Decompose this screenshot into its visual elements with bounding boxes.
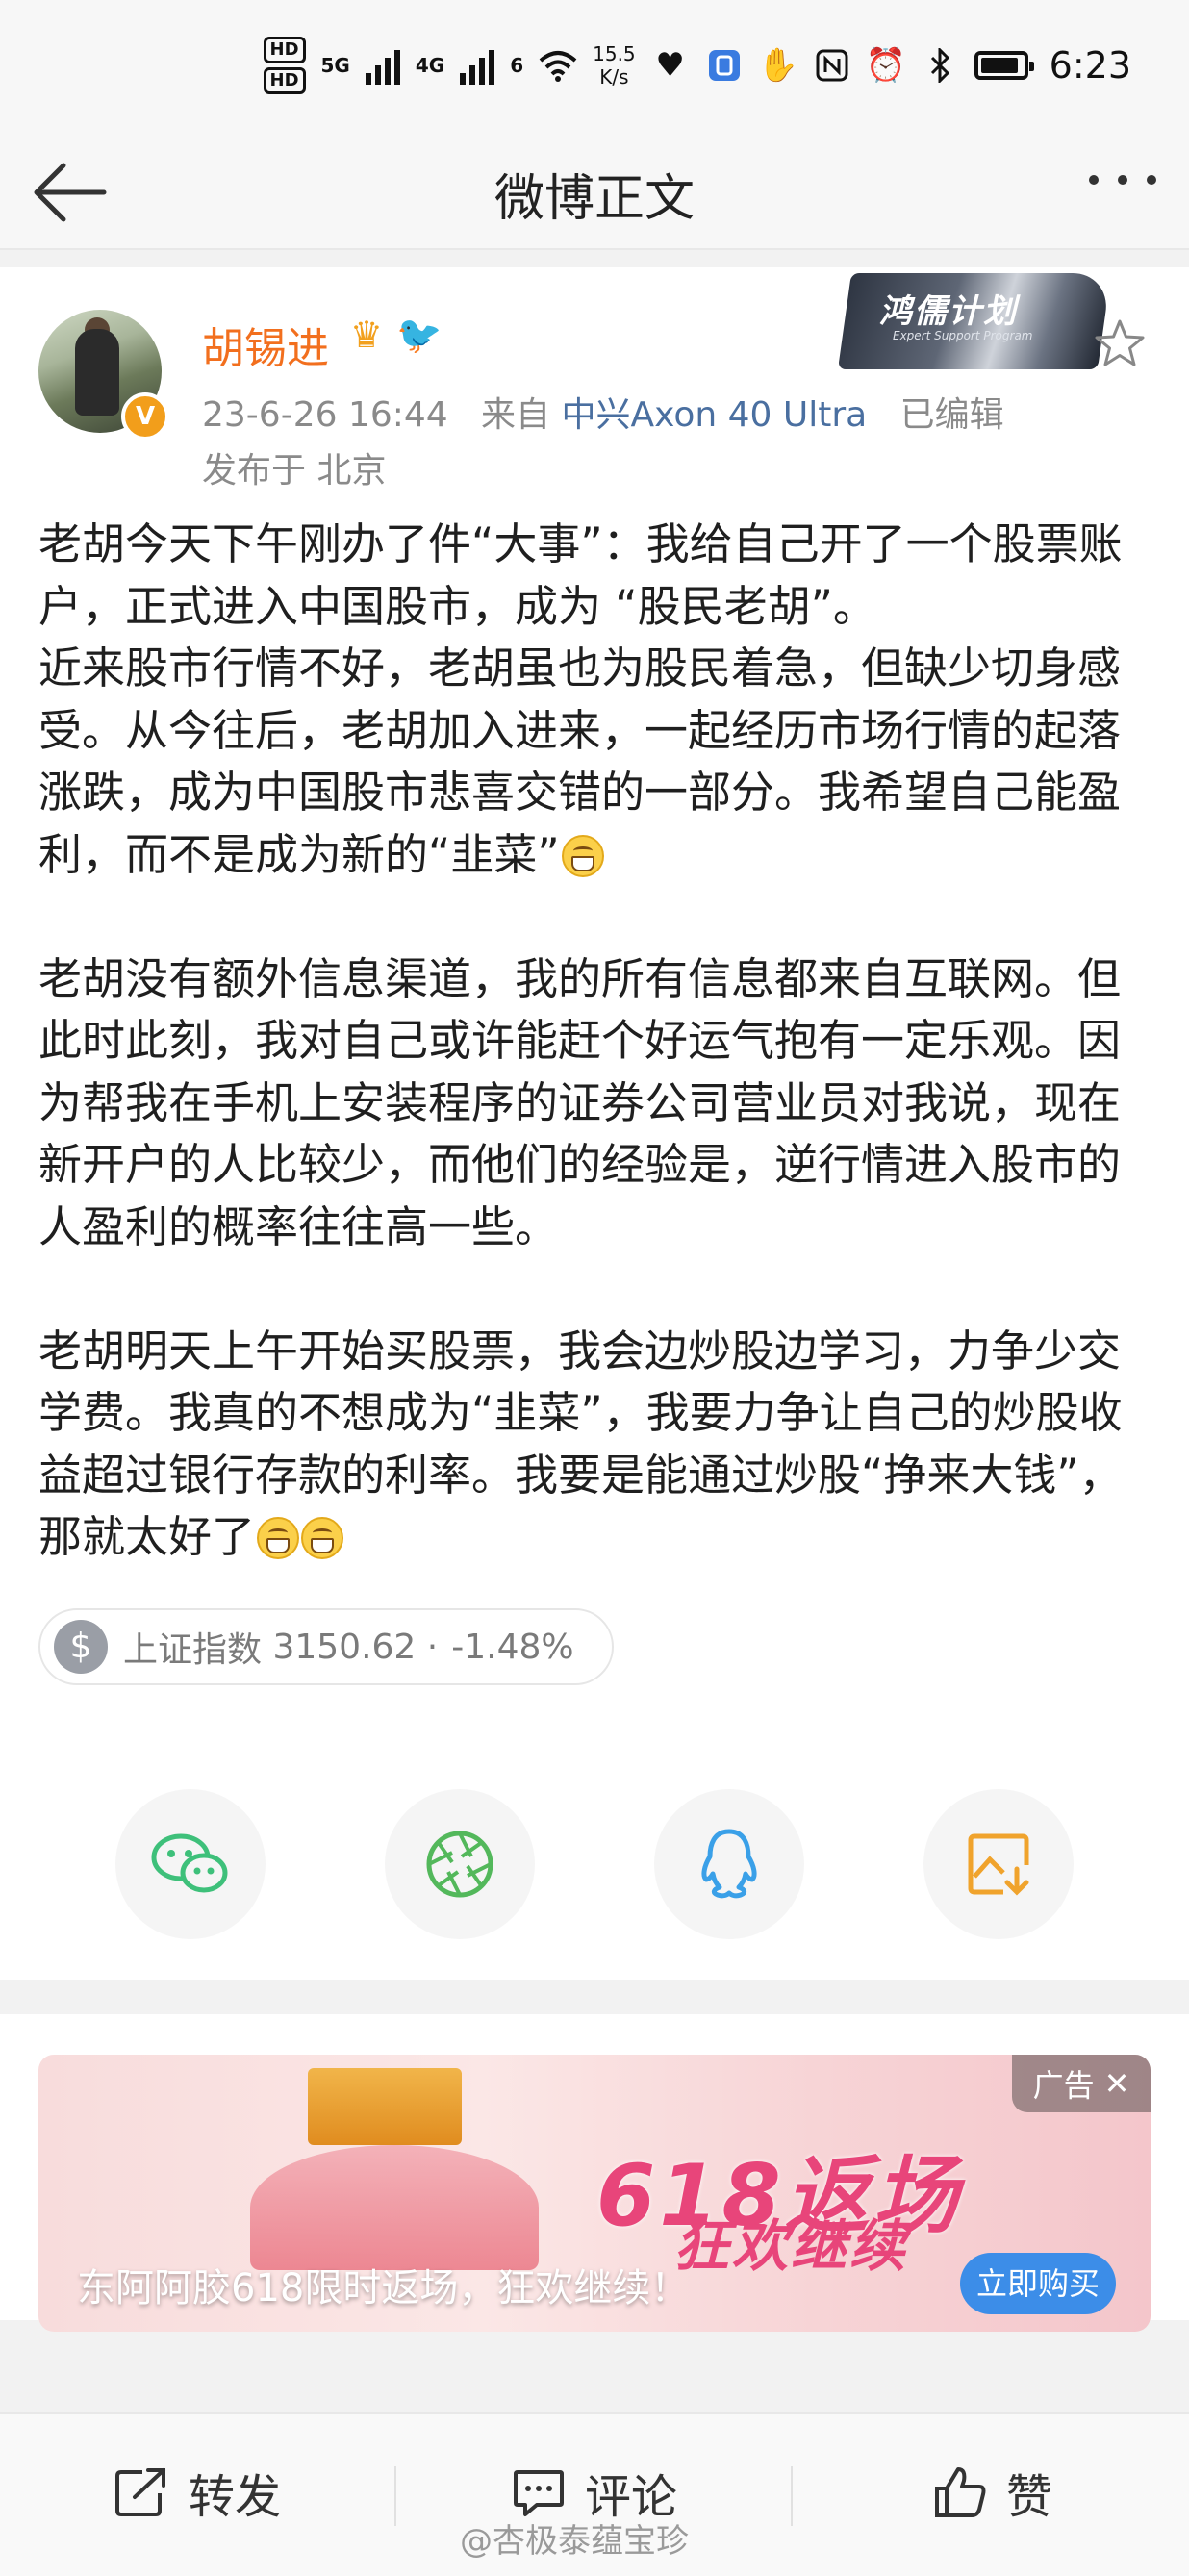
alarm-icon: ⏰: [865, 46, 906, 85]
username[interactable]: 胡锡进: [202, 314, 329, 375]
app-icon: [705, 46, 744, 85]
qq-icon: [701, 1829, 757, 1899]
bird-medal-icon: 🐦: [396, 314, 443, 356]
wifi-number: 6: [510, 54, 524, 77]
verified-badge-icon: V: [121, 392, 169, 441]
favorite-star-icon[interactable]: [1093, 317, 1147, 371]
post-body: 老胡今天下午刚办了件“大事”：我给自己开了一个股票账户，正式进入中国股市，成为 …: [38, 514, 1154, 1569]
post-paragraph: 近来股市行情不好，老胡虽也为股民着急，但缺少切身感受。从今往后，老胡加入进来，一…: [38, 643, 1122, 880]
divider: [791, 2466, 793, 2526]
grin-emoji-icon: [257, 1517, 300, 1559]
nav-bar: 微博正文: [0, 135, 1189, 250]
signal-icon: [365, 46, 400, 85]
dollar-icon: $: [54, 1620, 108, 1674]
stock-change: -1.48%: [451, 1627, 574, 1667]
from-label: 来自: [481, 395, 551, 435]
save-image-button[interactable]: [923, 1789, 1074, 1939]
comment-icon: [514, 2470, 564, 2516]
buy-now-button[interactable]: 立即购买: [960, 2253, 1116, 2314]
program-banner-title: 鸿儒计划: [879, 292, 1018, 331]
status-bar: HD HD 5G 4G 6 15.5 K/s ♥ ✋ ⏰ 6:23: [0, 0, 1189, 135]
ad-title: 东阿阿胶618限时返场，狂欢继续！: [77, 2266, 690, 2311]
watermark: @杏极泰蕴宝珍: [460, 2522, 689, 2561]
share-moments-button[interactable]: [385, 1789, 535, 1939]
post-paragraph: 老胡明天上午开始买股票，我会边炒股边学习，力争少交学费。我真的不想成为“韭菜”，…: [38, 1325, 1123, 1563]
ad-label[interactable]: 广告 ✕: [1012, 2055, 1151, 2112]
grin-emoji-icon: [561, 834, 604, 877]
save-image-icon: [968, 1833, 1029, 1896]
ad-graphic-subline: 狂欢继续: [673, 2213, 909, 2279]
share-wechat-button[interactable]: [115, 1789, 266, 1939]
post-meta: 23-6-26 16:44 来自 中兴Axon 40 Ultra 已编辑: [202, 387, 1004, 437]
wechat-icon: [151, 1833, 228, 1893]
heart-icon: ♥: [655, 46, 685, 85]
stock-name: 上证指数: [123, 1630, 263, 1670]
net-speed: 15.5 K/s: [593, 42, 636, 88]
stock-separator: ·: [426, 1627, 439, 1667]
repost-label: 转发: [189, 2470, 282, 2524]
battery-icon: [974, 51, 1034, 80]
net-4g-label: 4G: [415, 54, 445, 77]
crown-medal-icon: ♛: [350, 314, 384, 356]
moments-icon: [426, 1831, 493, 1898]
post-paragraph: 老胡今天下午刚办了件“大事”：我给自己开了一个股票账户，正式进入中国股市，成为 …: [38, 518, 1123, 632]
ad-display-stand: [250, 2145, 539, 2270]
clock: 6:23: [1049, 44, 1131, 87]
stock-value: 3150.62: [272, 1627, 417, 1667]
wifi-icon: [539, 51, 577, 82]
bluetooth-icon: [921, 46, 959, 85]
post-paragraph: 老胡没有额外信息渠道，我的所有信息都来自互联网。但此时此刻，我对自己或许能赶个好…: [38, 952, 1122, 1252]
program-banner-subtitle: Expert Support Program: [893, 329, 1033, 342]
edited-label[interactable]: 已编辑: [900, 395, 1004, 435]
signal-icon-2: [460, 46, 495, 85]
paragraph-spacer: [38, 1258, 1154, 1321]
post-source[interactable]: 中兴Axon 40 Ultra: [562, 395, 868, 435]
share-qq-button[interactable]: [654, 1789, 804, 1939]
stock-index-chip[interactable]: $ 上证指数 3150.62 · -1.48%: [38, 1608, 614, 1685]
divider: [394, 2466, 396, 2526]
repost-icon: [115, 2468, 165, 2516]
grin-emoji-icon: [301, 1517, 344, 1559]
close-icon[interactable]: ✕: [1104, 2065, 1130, 2102]
hd-indicator: HD HD: [263, 37, 306, 94]
paragraph-spacer: [38, 886, 1154, 948]
hand-icon: ✋: [757, 46, 798, 85]
more-options-icon[interactable]: [1089, 175, 1156, 185]
repost-button[interactable]: 转发: [114, 2459, 281, 2526]
post-location: 发布于 北京: [202, 451, 387, 491]
net-5g-label: 5G: [320, 54, 350, 77]
like-button[interactable]: 赞: [933, 2459, 1052, 2526]
ad-product-box: [308, 2068, 462, 2145]
thumbs-up-icon: [935, 2467, 986, 2517]
user-medals: ♛ 🐦: [350, 314, 442, 357]
nfc-icon: [813, 46, 851, 85]
like-label: 赞: [1006, 2470, 1053, 2524]
page-title: 微博正文: [493, 170, 695, 228]
post-timestamp: 23-6-26 16:44: [202, 395, 448, 435]
